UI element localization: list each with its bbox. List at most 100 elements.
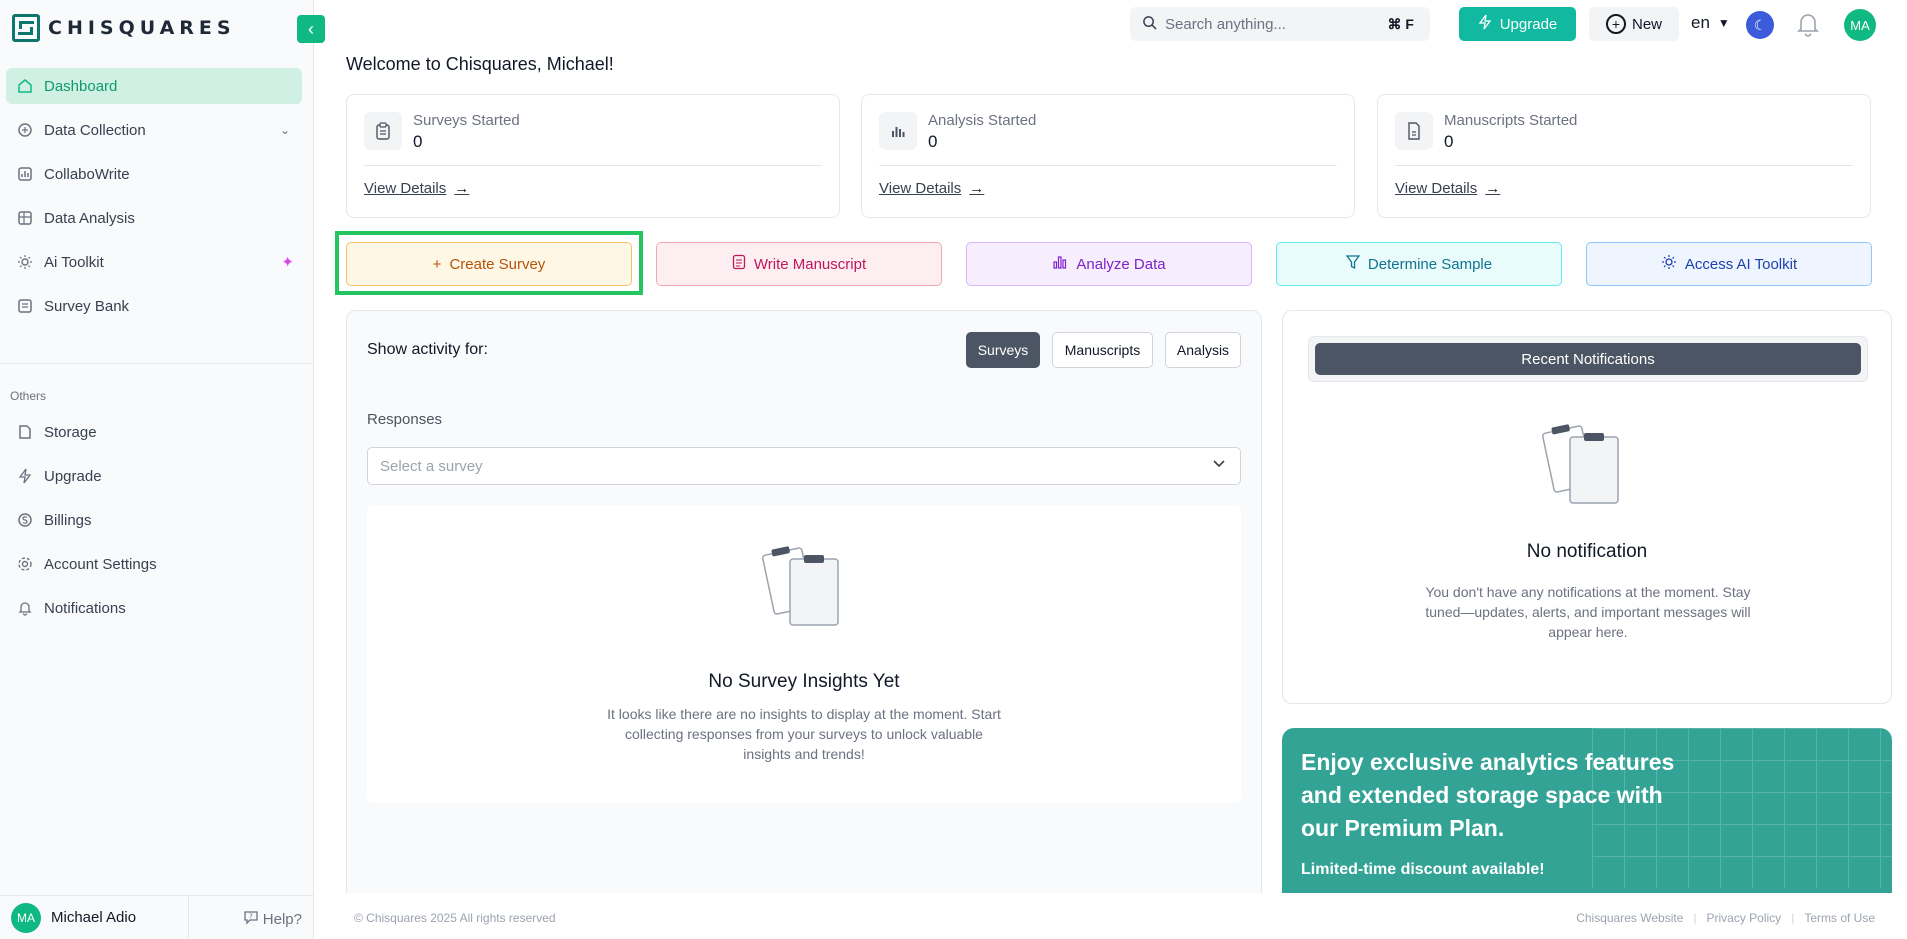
action-label: Access AI Toolkit (1684, 255, 1798, 273)
data-collection-icon (16, 121, 34, 139)
tab-analysis[interactable]: Analysis (1165, 332, 1241, 368)
footer-link-terms[interactable]: Terms of Use (1804, 911, 1875, 925)
main-nav: Dashboard Data Collection ⌄ CollaboWrite… (6, 68, 302, 332)
storage-icon (16, 423, 34, 441)
sidebar-item-storage[interactable]: Storage (6, 414, 302, 450)
brand-name: CHISQUARES (48, 17, 236, 39)
plus-icon: + (432, 255, 442, 273)
collapse-sidebar-button[interactable]: ‹ (297, 15, 325, 43)
magic-wand-icon: ✦ (281, 254, 294, 271)
bolt-icon (1478, 14, 1492, 34)
sidebar-item-billings[interactable]: Billings (6, 502, 302, 538)
empty-state-description: It looks like there are no insights to d… (607, 706, 1001, 762)
stat-title: Manuscripts Started (1444, 112, 1578, 129)
sidebar-item-label: Dashboard (44, 77, 118, 95)
access-ai-toolkit-button[interactable]: Access AI Toolkit (1586, 242, 1872, 286)
avatar[interactable]: MA (1844, 9, 1876, 41)
sidebar-item-label: Ai Toolkit (44, 253, 104, 271)
divider (364, 165, 822, 166)
sidebar-item-label: Account Settings (44, 555, 157, 573)
notifications-empty-description: You don't have any notifications at the … (1425, 584, 1751, 640)
others-nav: Storage Upgrade Billings Account Setting… (6, 414, 302, 634)
create-survey-button[interactable]: + Create Survey (346, 242, 632, 286)
sidebar-item-notifications[interactable]: Notifications (6, 590, 302, 626)
empty-state-title: No Survey Insights Yet (708, 671, 900, 692)
new-button[interactable]: + New (1589, 7, 1679, 41)
copyright: © Chisquares 2025 All rights reserved (354, 911, 556, 925)
footer-link-website[interactable]: Chisquares Website (1576, 911, 1683, 925)
notifications-bell-icon[interactable] (1795, 10, 1821, 38)
sidebar-item-data-analysis[interactable]: Data Analysis (6, 200, 302, 236)
search-icon (1142, 15, 1157, 33)
sidebar-item-upgrade[interactable]: Upgrade (6, 458, 302, 494)
sidebar-item-label: Survey Bank (44, 297, 130, 315)
theme-toggle-moon-icon[interactable]: ☾ (1746, 11, 1774, 39)
activity-panel: Show activity for: Surveys Manuscripts A… (346, 310, 1262, 939)
sidebar-item-survey-bank[interactable]: Survey Bank (6, 288, 302, 324)
footer: © Chisquares 2025 All rights reserved Ch… (315, 893, 1907, 939)
bar-chart-icon (1052, 254, 1068, 274)
sidebar-item-account-settings[interactable]: Account Settings (6, 546, 302, 582)
analyze-data-button[interactable]: Analyze Data (966, 242, 1252, 286)
sidebar-item-label: CollaboWrite (44, 165, 130, 183)
chevron-down-icon[interactable]: ⌄ (280, 123, 290, 137)
chevron-left-icon: ‹ (308, 18, 314, 39)
search-shortcut: ⌘ F (1387, 15, 1414, 32)
arrow-right-icon: → (969, 180, 985, 197)
determine-sample-button[interactable]: Determine Sample (1276, 242, 1562, 286)
select-placeholder: Select a survey (380, 457, 483, 475)
survey-bank-icon (16, 297, 34, 315)
footer-links: Chisquares Website | Privacy Policy | Te… (1576, 911, 1875, 925)
collabowrite-icon (16, 165, 34, 183)
responses-label: Responses (367, 411, 443, 428)
user-name[interactable]: Michael Adio (51, 909, 136, 926)
filter-icon (1345, 254, 1361, 274)
help-button[interactable]: ? Help? (243, 909, 302, 929)
bar-chart-icon (879, 112, 917, 150)
divider (879, 165, 1337, 166)
upgrade-button[interactable]: Upgrade (1459, 7, 1576, 41)
view-details-link[interactable]: View Details → (879, 180, 984, 197)
document-icon (732, 254, 746, 274)
footer-link-privacy[interactable]: Privacy Policy (1707, 911, 1782, 925)
link-label: View Details (1395, 180, 1478, 197)
empty-state: No Survey Insights Yet It looks like the… (367, 505, 1241, 803)
view-details-link[interactable]: View Details → (364, 180, 469, 197)
search-input[interactable]: Search anything... ⌘ F (1130, 7, 1430, 41)
notifications-header[interactable]: Recent Notifications (1315, 343, 1861, 375)
action-label: Create Survey (449, 255, 546, 273)
premium-subtitle: Limited-time discount available! (1301, 861, 1545, 878)
survey-select[interactable]: Select a survey (367, 447, 1241, 485)
sidebar-item-dashboard[interactable]: Dashboard (6, 68, 302, 104)
logo-icon (12, 14, 40, 42)
clipboard-illustration-icon (760, 541, 850, 635)
tab-surveys[interactable]: Surveys (966, 332, 1040, 368)
sidebar-divider (0, 363, 314, 364)
document-icon (1395, 112, 1433, 150)
avatar[interactable]: MA (11, 902, 41, 933)
stat-value: 0 (1444, 132, 1454, 151)
home-icon (16, 77, 34, 95)
sidebar-item-data-collection[interactable]: Data Collection ⌄ (6, 112, 302, 148)
brand-logo[interactable]: CHISQUARES (12, 14, 236, 42)
sidebar-item-ai-toolkit[interactable]: Ai Toolkit ✦ (6, 244, 302, 280)
sidebar-item-label: Storage (44, 423, 97, 441)
language-select[interactable]: en ▼ (1691, 13, 1730, 33)
sidebar-item-label: Data Collection (44, 121, 146, 139)
stat-title: Surveys Started (413, 112, 520, 129)
notifications-panel: Recent Notifications No notification You… (1282, 310, 1892, 704)
chart-icon (16, 209, 34, 227)
link-label: View Details (364, 180, 447, 197)
sparkle-gear-icon (1661, 254, 1677, 274)
view-details-link[interactable]: View Details → (1395, 180, 1500, 197)
link-label: View Details (879, 180, 962, 197)
divider: | (1693, 911, 1697, 925)
action-label: Analyze Data (1076, 255, 1166, 273)
search-placeholder: Search anything... (1165, 15, 1286, 33)
sidebar-item-collabowrite[interactable]: CollaboWrite (6, 156, 302, 192)
tab-manuscripts[interactable]: Manuscripts (1052, 332, 1153, 368)
bolt-icon (16, 467, 34, 485)
write-manuscript-button[interactable]: Write Manuscript (656, 242, 942, 286)
divider (188, 896, 189, 939)
activity-label: Show activity for: (367, 341, 488, 358)
